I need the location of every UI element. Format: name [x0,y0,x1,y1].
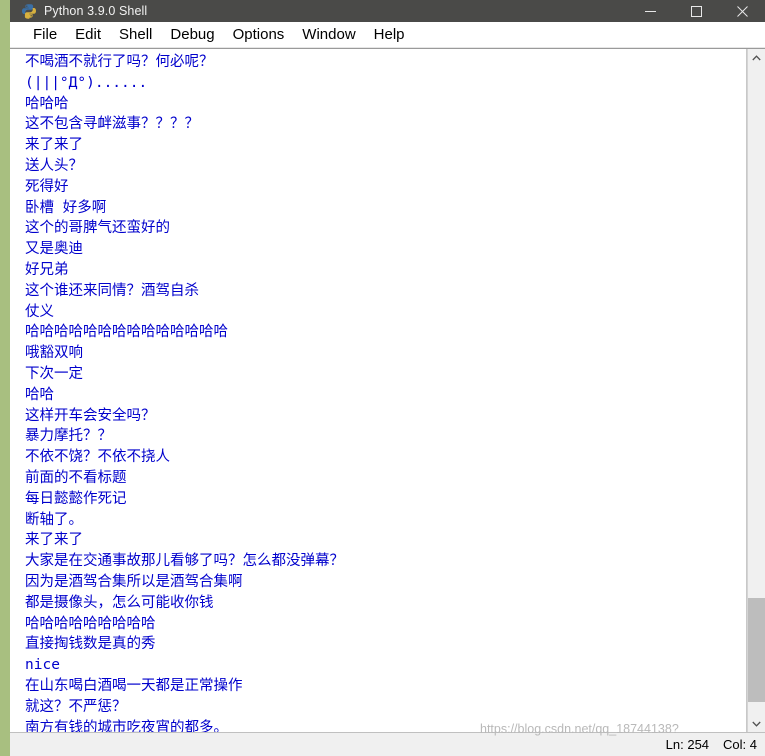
shell-body: 不喝酒不就行了吗？何必呢？ (|||°Д°)...... 哈哈哈这不包含寻衅滋事？？… [10,48,765,732]
shell-output-line: 这样开车会安全吗？ [25,407,156,424]
shell-output-line: 哦豁双响 [25,345,83,362]
minimize-button[interactable] [627,0,673,22]
vertical-scrollbar[interactable] [747,49,765,732]
shell-output-line: 这个的哥脾气还蛮好的 [25,220,170,237]
menu-item-window[interactable]: Window [293,22,364,48]
title-bar[interactable]: Python 3.9.0 Shell [10,0,765,22]
shell-output-line: 哈哈哈哈哈哈哈哈哈 [25,615,156,632]
shell-output-line: 好兄弟 [25,261,69,278]
menu-item-debug[interactable]: Debug [161,22,223,48]
menu-item-edit[interactable]: Edit [66,22,110,48]
menu-item-help[interactable]: Help [365,22,414,48]
maximize-button[interactable] [673,0,719,22]
shell-output-line: 又是奥迪 [25,241,83,258]
shell-output-line: 每日懿懿作死记 [25,490,127,507]
shell-output-line: 前面的不看标题 [25,469,127,486]
shell-output-line: nice [25,657,60,674]
shell-output-line: 暴力摩托？？ [25,428,112,445]
shell-output-line: 这不包含寻衅滋事？？？？ [25,116,199,133]
shell-text-content[interactable]: 不喝酒不就行了吗？何必呢？ (|||°Д°)...... 哈哈哈这不包含寻衅滋事？？… [10,49,746,732]
scrollbar-down-button[interactable] [748,715,765,732]
status-column-number: Col: 4 [723,737,757,752]
shell-output-line: 不喝酒不就行了吗？何必呢？ [25,54,214,70]
python-shell-window: Python 3.9.0 Shell File Edit Shell Debug… [10,0,765,756]
shell-output-line: 来了来了 [25,532,83,549]
shell-output-line: 哈哈哈哈哈哈哈哈哈哈哈哈哈哈 [25,324,228,341]
shell-output-line: 在山东喝白酒喝一天都是正常操作 [25,677,243,694]
python-logo-icon [21,3,37,19]
menu-bar: File Edit Shell Debug Options Window Hel… [10,22,765,48]
shell-output-line: 死得好 [25,178,69,195]
shell-output-line: 南方有钱的城市吃夜宵的都多。 [25,719,228,733]
shell-output-line: (|||°Д°)...... [25,74,148,91]
menu-item-options[interactable]: Options [224,22,294,48]
chevron-up-icon [752,54,761,60]
menu-item-file[interactable]: File [24,22,66,48]
shell-output-line: 断轴了。 [25,511,83,528]
scrollbar-track[interactable] [748,66,765,715]
shell-output-line: 因为是酒驾合集所以是酒驾合集啊 [25,573,243,590]
shell-output-line: 哈哈 [25,386,54,403]
close-icon [736,5,748,17]
shell-output-line: 来了来了 [25,137,83,154]
status-bar: Ln: 254 Col: 4 [10,732,765,756]
window-title: Python 3.9.0 Shell [44,4,148,18]
shell-output-line: 直接掏钱数是真的秀 [25,636,156,653]
shell-output-area[interactable]: 不喝酒不就行了吗？何必呢？ (|||°Д°)...... 哈哈哈这不包含寻衅滋事？？… [10,49,747,732]
shell-output-line: 送人头？ [25,157,83,174]
shell-output-line: 卧槽 好多啊 [25,199,107,216]
maximize-icon [690,5,702,17]
chevron-down-icon [752,721,761,727]
shell-output-line: 仗义 [25,303,54,320]
shell-output-line: 不依不饶？不依不挠人 [25,449,170,466]
scrollbar-thumb[interactable] [748,598,765,702]
screen: Python 3.9.0 Shell File Edit Shell Debug… [0,0,765,756]
status-line-number: Ln: 254 [665,737,710,752]
close-button[interactable] [719,0,765,22]
scrollbar-up-button[interactable] [748,49,765,66]
menu-item-shell[interactable]: Shell [110,22,161,48]
minimize-icon [644,10,656,12]
shell-output-line: 这个谁还来同情？酒驾自杀 [25,282,199,299]
shell-output-line: 就这？不严惩？ [25,698,127,715]
shell-output-line: 下次一定 [25,365,83,382]
shell-output-line: 大家是在交通事故那儿看够了吗？怎么都没弹幕？ [25,553,344,570]
shell-output-line: 都是摄像头，怎么可能收你钱 [25,594,214,611]
shell-output-line: 哈哈哈 [25,95,69,112]
